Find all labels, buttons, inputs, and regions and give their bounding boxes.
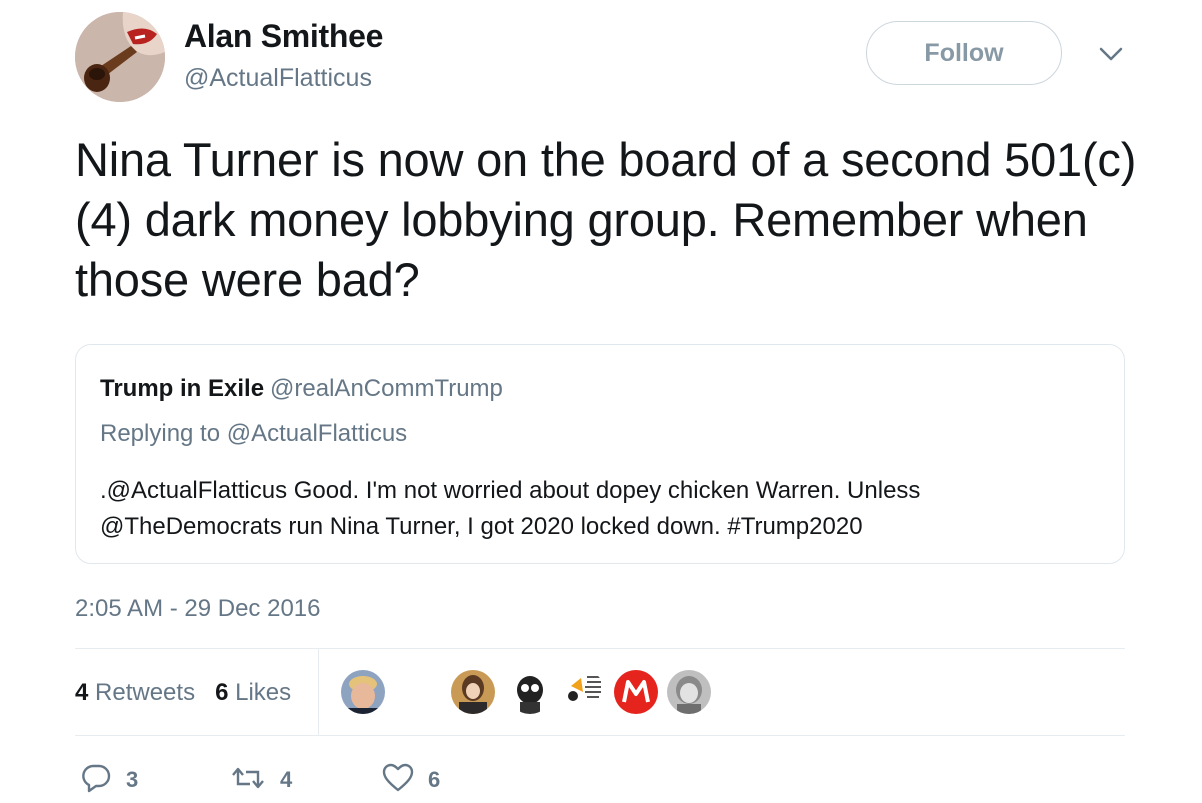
likes-stat[interactable]: 6 Likes	[215, 679, 291, 706]
like-count: 6	[428, 767, 441, 792]
liker-avatar[interactable]	[451, 670, 495, 714]
liker-avatar[interactable]	[341, 670, 385, 714]
liker-avatar[interactable]	[614, 670, 658, 714]
likes-count: 6	[215, 679, 229, 706]
tweet-text: Nina Turner is now on the board of a sec…	[75, 133, 1137, 306]
stats-divider	[318, 649, 319, 735]
author-handle[interactable]: @ActualFlatticus	[184, 64, 372, 93]
reply-action[interactable]: 3	[80, 762, 138, 798]
tweet-timestamp[interactable]: 2:05 AM - 29 Dec 2016	[75, 595, 320, 623]
quoted-author-line: Trump in Exile @realAnCommTrump	[100, 375, 503, 403]
retweets-label: Retweets	[95, 679, 196, 706]
liker-avatar[interactable]	[508, 670, 552, 714]
replying-to-line: Replying to @ActualFlatticus	[100, 420, 408, 447]
like-action[interactable]: 6	[382, 762, 440, 798]
author-avatar[interactable]	[75, 12, 165, 102]
quoted-author-name: Trump in Exile	[100, 375, 265, 402]
retweet-icon	[230, 764, 266, 797]
quoted-author-handle: @realAnCommTrump	[270, 375, 503, 402]
author-display-name[interactable]: Alan Smithee	[184, 18, 383, 55]
liker-avatar[interactable]	[561, 670, 605, 714]
retweets-count: 4	[75, 679, 89, 706]
quoted-tweet-text: .@ActualFlatticus Good. I'm not worried …	[100, 477, 921, 540]
engagement-stats: 4 Retweets 6 Likes	[75, 679, 291, 707]
divider-top	[75, 648, 1125, 649]
liker-avatar[interactable]	[667, 670, 711, 714]
retweet-action[interactable]: 4	[230, 762, 292, 798]
quoted-tweet-card[interactable]: Trump in Exile @realAnCommTrump Replying …	[75, 344, 1125, 564]
reply-icon	[80, 763, 112, 798]
reply-count: 3	[126, 767, 139, 792]
follow-button[interactable]: Follow	[866, 21, 1062, 85]
retweet-count: 4	[280, 767, 293, 792]
likes-label: Likes	[235, 679, 292, 706]
divider-bottom	[75, 735, 1125, 736]
retweets-stat[interactable]: 4 Retweets	[75, 679, 195, 706]
heart-icon	[382, 763, 414, 798]
chevron-down-icon[interactable]	[1098, 44, 1124, 64]
